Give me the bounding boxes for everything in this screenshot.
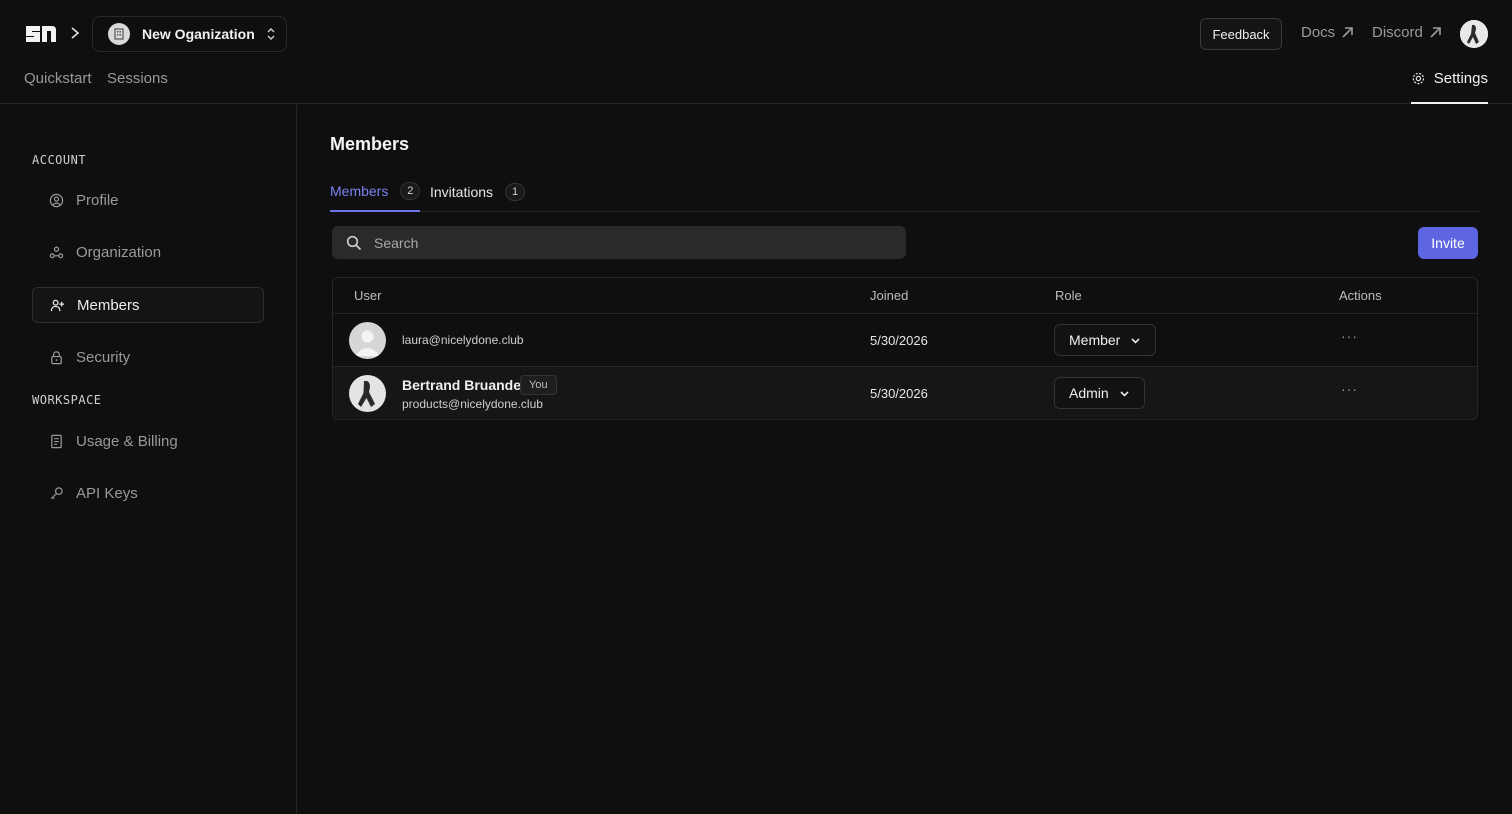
- table-row: laura@nicelydone.club 5/30/2026 Member ·…: [333, 313, 1477, 366]
- logo-icon[interactable]: [24, 22, 58, 46]
- members-tabs: Members 2 Invitations 1: [330, 172, 1480, 212]
- joined-date: 5/30/2026: [870, 386, 928, 401]
- sidebar-item-label: Members: [77, 296, 140, 314]
- member-name: Bertrand Bruandet: [402, 377, 526, 393]
- invite-button[interactable]: Invite: [1418, 227, 1478, 259]
- discord-link[interactable]: Discord: [1372, 24, 1442, 41]
- sidebar-item-label: Organization: [76, 243, 162, 261]
- sidebar-section-workspace: WORKSPACE: [32, 393, 102, 407]
- invitations-count-badge: 1: [505, 183, 526, 201]
- receipt-icon: [48, 433, 64, 449]
- sidebar-item-label: Usage & Billing: [76, 432, 178, 450]
- organization-name: New Oganization: [142, 26, 255, 42]
- member-email: products@nicelydone.club: [402, 397, 543, 411]
- role-value: Admin: [1069, 385, 1109, 401]
- search-input[interactable]: [374, 234, 874, 251]
- sidebar-item-organization[interactable]: Organization: [32, 234, 264, 270]
- joined-date: 5/30/2026: [870, 333, 928, 348]
- sidebar-item-usage-billing[interactable]: Usage & Billing: [32, 423, 264, 459]
- table-row: Bertrand Bruandet You products@nicelydon…: [333, 366, 1477, 419]
- role-select[interactable]: Member: [1054, 324, 1157, 356]
- discord-label: Discord: [1372, 24, 1423, 41]
- sidebar-item-security[interactable]: Security: [32, 339, 264, 375]
- gear-icon: [1412, 72, 1425, 85]
- search-icon: [346, 235, 362, 250]
- role-value: Member: [1069, 332, 1121, 348]
- sidebar-item-profile[interactable]: Profile: [32, 182, 264, 218]
- avatar: [349, 375, 386, 412]
- tab-label: Invitations: [430, 184, 494, 200]
- organization-icon: [48, 244, 64, 260]
- column-header-user: User: [354, 288, 382, 303]
- row-actions-button[interactable]: ···: [1341, 381, 1361, 397]
- tab-label: Members: [330, 183, 389, 199]
- tab-members[interactable]: Members 2: [330, 172, 421, 212]
- avatar: [349, 322, 386, 359]
- column-header-role: Role: [1055, 288, 1082, 303]
- page-title: Members: [330, 134, 410, 154]
- user-circle-icon: [48, 192, 64, 208]
- arrow-up-right-icon: [1342, 27, 1353, 38]
- chevron-right-icon: [71, 27, 80, 39]
- column-header-joined: Joined: [870, 288, 909, 303]
- chevron-down-icon: [1131, 337, 1140, 344]
- search-box[interactable]: [332, 226, 906, 259]
- top-bar: New Oganization Feedback Docs Discord Qu…: [0, 0, 1512, 104]
- arrow-up-right-icon: [1430, 27, 1441, 38]
- role-select[interactable]: Admin: [1054, 377, 1145, 409]
- tab-invitations[interactable]: Invitations 1: [430, 172, 526, 212]
- lock-icon: [48, 349, 64, 365]
- sidebar: ACCOUNT Profile Organization Members Sec…: [0, 105, 297, 814]
- nav-tab-sessions[interactable]: Sessions: [107, 70, 168, 87]
- sidebar-item-label: API Keys: [76, 484, 138, 502]
- sidebar-item-label: Security: [76, 348, 131, 366]
- members-count-badge: 2: [400, 182, 421, 200]
- member-email: laura@nicelydone.club: [402, 333, 524, 347]
- organization-switcher[interactable]: New Oganization: [92, 16, 287, 52]
- column-header-actions: Actions: [1339, 288, 1382, 303]
- feedback-button[interactable]: Feedback: [1200, 18, 1282, 50]
- chevron-up-down-icon: [267, 28, 275, 40]
- sidebar-item-api-keys[interactable]: API Keys: [32, 475, 264, 511]
- members-table: User Joined Role Actions laura@nicelydon…: [332, 277, 1478, 420]
- row-actions-button[interactable]: ···: [1341, 328, 1361, 344]
- building-icon: [108, 23, 130, 45]
- sidebar-item-label: Profile: [76, 191, 119, 209]
- sidebar-section-account: ACCOUNT: [32, 153, 87, 167]
- chevron-down-icon: [1120, 390, 1129, 397]
- nav-tab-settings[interactable]: Settings: [1411, 70, 1488, 104]
- nav-settings-label: Settings: [1433, 70, 1488, 87]
- you-badge: You: [520, 375, 557, 395]
- docs-link[interactable]: Docs: [1301, 24, 1354, 41]
- key-icon: [48, 485, 64, 501]
- docs-label: Docs: [1301, 24, 1336, 41]
- user-avatar[interactable]: [1460, 20, 1488, 48]
- user-plus-icon: [49, 297, 65, 313]
- sidebar-item-members[interactable]: Members: [32, 287, 264, 323]
- nav-tab-quickstart[interactable]: Quickstart: [24, 70, 92, 87]
